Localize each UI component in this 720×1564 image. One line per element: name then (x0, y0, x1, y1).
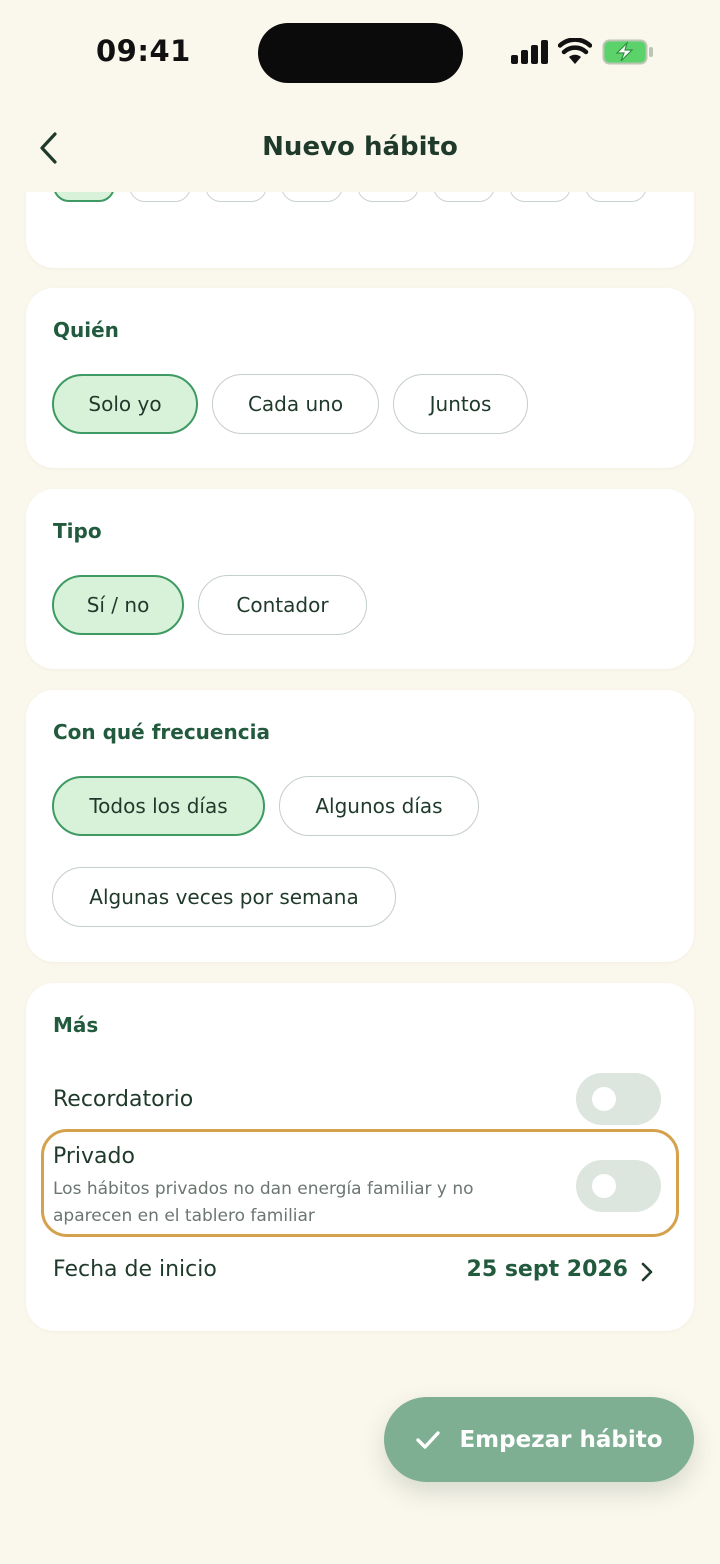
start-habit-button[interactable]: Empezar hábito (384, 1397, 694, 1482)
private-toggle-knob (592, 1174, 616, 1198)
private-description: Los hábitos privados no dan energía fami… (53, 1179, 474, 1226)
status-icons (508, 36, 658, 68)
icon-option-yellow-heart[interactable]: 💛 (585, 192, 647, 202)
start-date-label: Fecha de inicio (53, 1257, 217, 1282)
icon-option-broom[interactable]: 🧹 (509, 192, 571, 202)
type-option-contador[interactable]: Contador (198, 575, 367, 635)
frequency-card: Con qué frecuencia Todos los días Alguno… (26, 690, 694, 962)
more-card: Más Recordatorio Privado Los hábitos pri… (26, 983, 694, 1331)
who-option-solo-yo[interactable]: Solo yo (52, 374, 198, 434)
type-option-si-no[interactable]: Sí / no (52, 575, 184, 635)
reminder-label: Recordatorio (53, 1087, 194, 1112)
who-option-juntos[interactable]: Juntos (393, 374, 528, 434)
who-title: Quién (53, 318, 119, 342)
frequency-title: Con qué frecuencia (53, 720, 270, 744)
status-bar: 09:41 (0, 0, 720, 100)
status-time: 09:41 (96, 34, 191, 68)
reminder-toggle[interactable] (576, 1073, 661, 1125)
battery-charging-icon (602, 39, 653, 65)
icon-option-runner[interactable]: 🏃 (281, 192, 343, 202)
icon-picker-card: ✅ 📚 💧 🏃 🧘 🦷 🧹 💛 (26, 192, 694, 268)
start-habit-label: Empezar hábito (459, 1426, 663, 1453)
icon-picker-row: ✅ 📚 💧 🏃 🧘 🦷 🧹 💛 (53, 192, 647, 202)
type-card: Tipo Sí / no Contador (26, 489, 694, 669)
wifi-icon (558, 38, 592, 64)
dynamic-island (258, 23, 463, 83)
frequency-option-todos-los-dias[interactable]: Todos los días (52, 776, 265, 836)
start-date-row[interactable]: Fecha de inicio 25 sept 2026 (26, 1239, 694, 1301)
form-scroll-area[interactable]: ✅ 📚 💧 🏃 🧘 🦷 🧹 💛 Quién Solo yo Cada uno J… (0, 192, 720, 1564)
type-title: Tipo (53, 519, 102, 543)
icon-option-books[interactable]: 📚 (129, 192, 191, 202)
checkmark-icon (416, 1430, 441, 1449)
who-card: Quién Solo yo Cada uno Juntos (26, 288, 694, 468)
cellular-signal-icon (511, 40, 548, 64)
icon-option-tooth[interactable]: 🦷 (433, 192, 495, 202)
start-date-value: 25 sept 2026 (466, 1257, 628, 1282)
private-label: Privado (53, 1144, 135, 1169)
page-title: Nuevo hábito (262, 132, 458, 162)
frequency-option-algunos-dias[interactable]: Algunos días (279, 776, 479, 836)
icon-option-check-mark[interactable]: ✅ (53, 192, 115, 202)
frequency-option-veces-por-semana[interactable]: Algunas veces por semana (52, 867, 396, 927)
navigation-bar: Nuevo hábito (0, 100, 720, 192)
private-toggle[interactable] (576, 1160, 661, 1212)
more-title: Más (53, 1013, 99, 1037)
icon-option-droplet[interactable]: 💧 (205, 192, 267, 202)
reminder-toggle-knob (592, 1087, 616, 1111)
who-option-cada-uno[interactable]: Cada uno (212, 374, 379, 434)
icon-option-meditation[interactable]: 🧘 (357, 192, 419, 202)
chevron-right-icon (641, 1262, 653, 1282)
